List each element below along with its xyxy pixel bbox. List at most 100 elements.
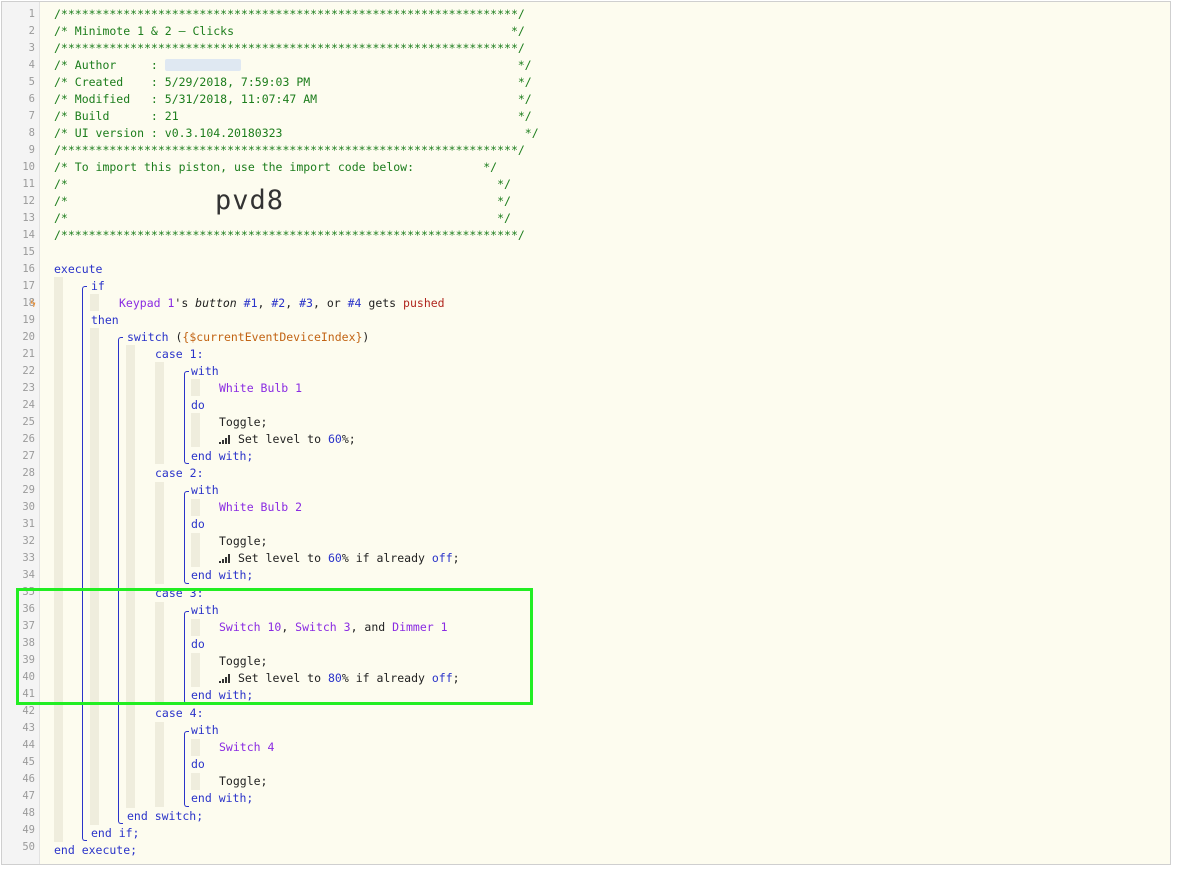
block-bracket (82, 835, 87, 841)
comment-title: /* Minimote 1 & 2 — Clicks */ (54, 24, 525, 38)
indent-guide (90, 328, 99, 825)
indent-guide (155, 482, 164, 584)
indent-guide (126, 345, 135, 808)
device-name[interactable]: Switch 4 (219, 739, 274, 756)
line-number: 17 (22, 280, 35, 292)
block-bracket (118, 818, 123, 824)
block-bracket (184, 736, 185, 802)
block-bracket (184, 578, 189, 584)
line-number: 23 (22, 382, 35, 394)
end-with-keyword: end with; (191, 568, 254, 582)
line-number: 9 (28, 144, 35, 156)
line-number: 28 (22, 467, 35, 479)
line-number: 10 (22, 161, 35, 173)
comment-import-instructions: /* To import this piston, use the import… (54, 160, 498, 174)
device-name[interactable]: White Bulb 1 (219, 380, 302, 397)
line-number: 22 (22, 365, 35, 377)
line-number: 49 (22, 824, 35, 836)
set-level-action[interactable]: Set level to 60%; (219, 431, 356, 448)
do-keyword: do (191, 757, 205, 771)
comment-ui-version: /* UI version : v0.3.104.20180323 */ (54, 126, 539, 140)
lightning-bolt-icon: ϟ (30, 299, 37, 310)
line-number: 50 (22, 841, 35, 853)
with-keyword: with (191, 723, 219, 737)
line-number: 26 (22, 433, 35, 445)
do-keyword: do (191, 398, 205, 412)
line-number: 12 (22, 195, 35, 207)
then-keyword: then (91, 313, 119, 327)
with-keyword: with (191, 364, 219, 378)
comment-modified: /* Modified : 5/31/2018, 11:07:47 AM */ (54, 92, 532, 106)
do-keyword: do (191, 517, 205, 531)
line-number: 3 (28, 42, 35, 54)
case-3-highlight-box (16, 588, 533, 705)
line-number: 24 (22, 399, 35, 411)
line-number: 4 (28, 59, 35, 71)
case-label[interactable]: case 2: (155, 465, 204, 482)
comment-author: /* Author : */ (54, 58, 532, 72)
end-execute-keyword: end execute; (54, 843, 138, 857)
line-number: 45 (22, 756, 35, 768)
comment-border: /***************************************… (54, 143, 525, 157)
line-number: 32 (22, 535, 35, 547)
indent-guide (191, 499, 200, 516)
block-bracket (184, 496, 185, 579)
line-number: 27 (22, 450, 35, 462)
line-number-gutter: 1 2 3 4 5 6 7 8 9 10 11 12 13 14 15 16 1… (2, 2, 40, 864)
line-number: 44 (22, 739, 35, 751)
line-number: 11 (22, 178, 35, 190)
end-with-keyword: end with; (191, 791, 254, 805)
line-number: 14 (22, 229, 35, 241)
block-bracket (118, 342, 119, 819)
code-editor[interactable]: 1 2 3 4 5 6 7 8 9 10 11 12 13 14 15 16 1… (1, 1, 1171, 865)
trigger-condition[interactable]: Keypad 1's button #1, #2, #3, or #4 gets… (119, 295, 445, 312)
toggle-action[interactable]: Toggle; (219, 773, 267, 790)
line-number: 42 (22, 705, 35, 717)
comment-border: /***************************************… (54, 228, 525, 242)
indent-guide (191, 533, 200, 567)
set-level-action[interactable]: Set level to 60% if already off; (219, 550, 460, 567)
toggle-action[interactable]: Toggle; (219, 414, 267, 431)
indent-guide (155, 722, 164, 807)
line-number: 7 (28, 110, 35, 122)
end-if-keyword: end if; (91, 826, 140, 840)
line-number: 31 (22, 518, 35, 530)
line-number: 13 (22, 212, 35, 224)
block-bracket (184, 458, 189, 464)
line-number: 6 (28, 93, 35, 105)
redacted-author (164, 59, 241, 71)
comment-border: /***************************************… (54, 7, 525, 21)
line-number: 33 (22, 552, 35, 564)
indent-guide (155, 362, 164, 464)
case-label[interactable]: case 1: (155, 346, 204, 363)
line-number: 1 (28, 8, 35, 20)
device-name[interactable]: White Bulb 2 (219, 499, 302, 516)
line-number: 47 (22, 790, 35, 802)
line-number: 48 (22, 807, 35, 819)
comment-build: /* Build : 21 */ (54, 109, 532, 123)
block-bracket (184, 801, 189, 807)
line-number: 29 (22, 484, 35, 496)
indent-guide (90, 294, 99, 311)
indent-guide (191, 739, 200, 756)
line-number: 20 (22, 331, 35, 343)
case-label[interactable]: case 4: (155, 705, 204, 722)
indent-guide (191, 379, 200, 396)
line-number: 25 (22, 416, 35, 428)
comment-border: /***************************************… (54, 41, 525, 55)
signal-bars-icon (219, 554, 231, 563)
line-number: 8 (28, 127, 35, 139)
switch-statement[interactable]: switch ({$currentEventDeviceIndex}) (127, 329, 369, 346)
import-code: pvd8 (215, 185, 285, 216)
line-number: 30 (22, 501, 35, 513)
indent-guide (191, 413, 200, 447)
toggle-action[interactable]: Toggle; (219, 533, 267, 550)
end-switch-keyword: end switch; (127, 809, 204, 823)
line-number: 21 (22, 348, 35, 360)
block-bracket (82, 291, 83, 836)
line-number: 16 (22, 263, 35, 275)
execute-keyword: execute (54, 262, 103, 276)
line-number: 43 (22, 722, 35, 734)
line-number: 15 (22, 246, 35, 258)
signal-bars-icon (219, 435, 231, 444)
